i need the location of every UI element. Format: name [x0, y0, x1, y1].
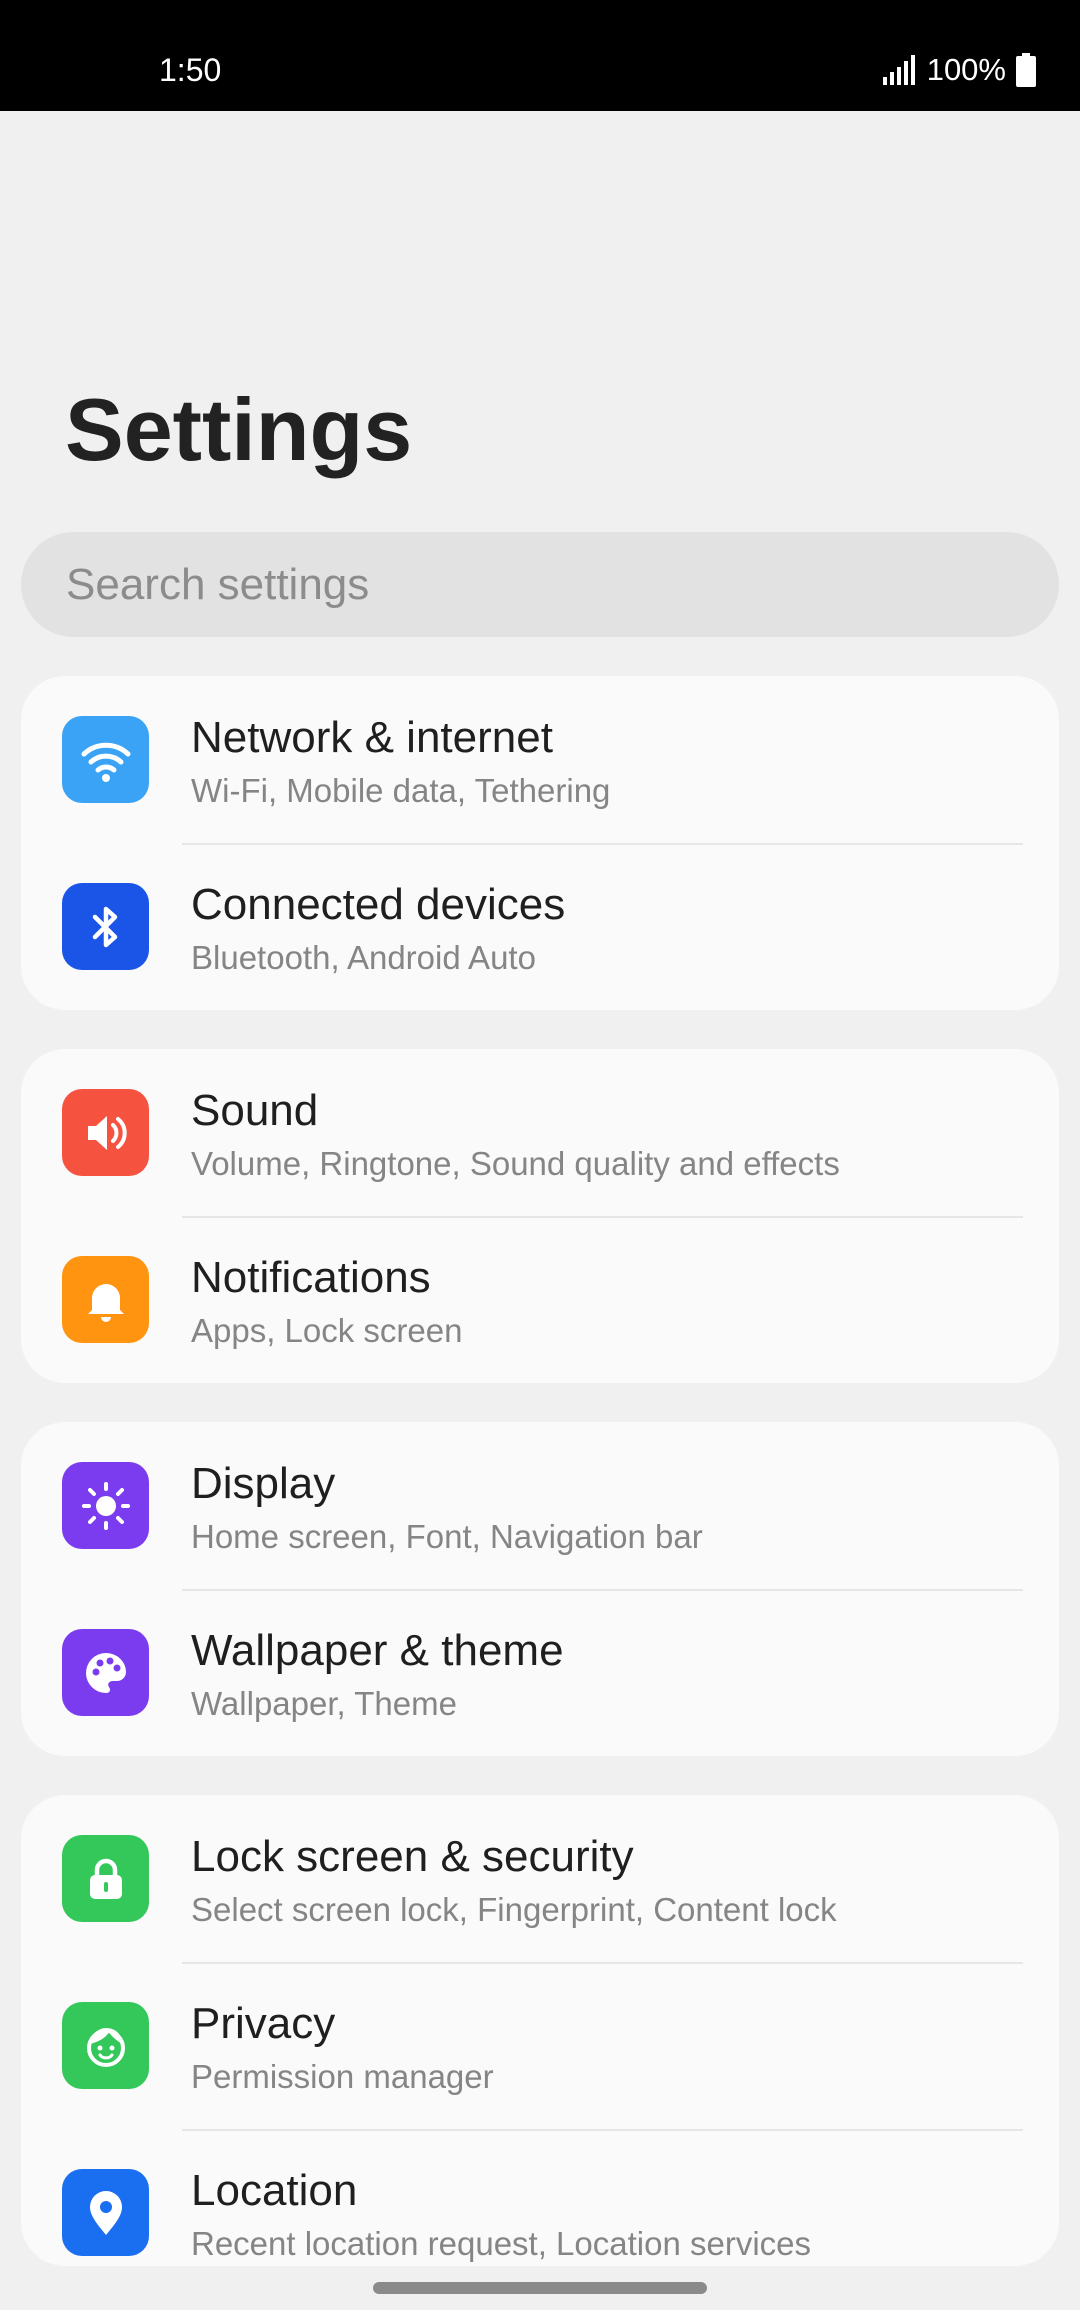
- settings-item-subtitle: Volume, Ringtone, Sound quality and effe…: [191, 1145, 840, 1182]
- signal-icon: [882, 55, 915, 85]
- settings-item-wallpaper[interactable]: Wallpaper & theme Wallpaper, Theme: [21, 1589, 1059, 1756]
- search-input[interactable]: Search settings: [21, 532, 1059, 637]
- status-icons: 100%: [882, 50, 1036, 90]
- settings-group-security: Lock screen & security Select screen loc…: [21, 1795, 1059, 2266]
- settings-item-lock-screen[interactable]: Lock screen & security Select screen loc…: [21, 1795, 1059, 1962]
- settings-item-subtitle: Wi-Fi, Mobile data, Tethering: [191, 772, 611, 809]
- settings-group-connectivity: Network & internet Wi-Fi, Mobile data, T…: [21, 676, 1059, 1010]
- settings-item-title: Wallpaper & theme: [191, 1626, 564, 1675]
- brightness-icon: [62, 1462, 149, 1549]
- settings-item-connected-devices[interactable]: Connected devices Bluetooth, Android Aut…: [21, 843, 1059, 1010]
- location-pin-icon: [62, 2169, 149, 2256]
- settings-item-subtitle: Recent location request, Location servic…: [191, 2225, 812, 2262]
- settings-item-network[interactable]: Network & internet Wi-Fi, Mobile data, T…: [21, 676, 1059, 843]
- settings-item-subtitle: Bluetooth, Android Auto: [191, 939, 536, 976]
- settings-item-sound[interactable]: Sound Volume, Ringtone, Sound quality an…: [21, 1049, 1059, 1216]
- status-bar: 1:50 100%: [0, 0, 1080, 111]
- settings-item-title: Lock screen & security: [191, 1832, 634, 1881]
- settings-item-title: Network & internet: [191, 713, 553, 762]
- battery-icon: [1016, 53, 1036, 87]
- search-placeholder: Search settings: [66, 559, 370, 609]
- settings-item-display[interactable]: Display Home screen, Font, Navigation ba…: [21, 1422, 1059, 1589]
- settings-group-sound: Sound Volume, Ringtone, Sound quality an…: [21, 1049, 1059, 1383]
- settings-item-subtitle: Select screen lock, Fingerprint, Content…: [191, 1891, 837, 1928]
- settings-item-subtitle: Apps, Lock screen: [191, 1312, 463, 1349]
- settings-item-title: Sound: [191, 1086, 319, 1135]
- palette-icon: [62, 1629, 149, 1716]
- settings-item-title: Display: [191, 1459, 336, 1508]
- bell-icon: [62, 1256, 149, 1343]
- privacy-face-icon: [62, 2002, 149, 2089]
- settings-item-subtitle: Permission manager: [191, 2058, 494, 2095]
- settings-item-title: Privacy: [191, 1999, 336, 2048]
- home-indicator[interactable]: [373, 2282, 707, 2294]
- bluetooth-icon: [62, 883, 149, 970]
- speaker-icon: [62, 1089, 149, 1176]
- settings-item-privacy[interactable]: Privacy Permission manager: [21, 1962, 1059, 2129]
- settings-group-display: Display Home screen, Font, Navigation ba…: [21, 1422, 1059, 1756]
- settings-item-location[interactable]: Location Recent location request, Locati…: [21, 2129, 1059, 2266]
- settings-item-subtitle: Wallpaper, Theme: [191, 1685, 457, 1722]
- settings-item-title: Connected devices: [191, 880, 566, 929]
- settings-item-title: Notifications: [191, 1253, 431, 1302]
- settings-item-notifications[interactable]: Notifications Apps, Lock screen: [21, 1216, 1059, 1383]
- page-title: Settings: [65, 380, 413, 479]
- wifi-icon: [62, 716, 149, 803]
- settings-item-subtitle: Home screen, Font, Navigation bar: [191, 1518, 703, 1555]
- lock-icon: [62, 1835, 149, 1922]
- battery-percent: 100%: [926, 52, 1006, 87]
- settings-item-title: Location: [191, 2166, 358, 2215]
- status-time: 1:50: [159, 52, 222, 88]
